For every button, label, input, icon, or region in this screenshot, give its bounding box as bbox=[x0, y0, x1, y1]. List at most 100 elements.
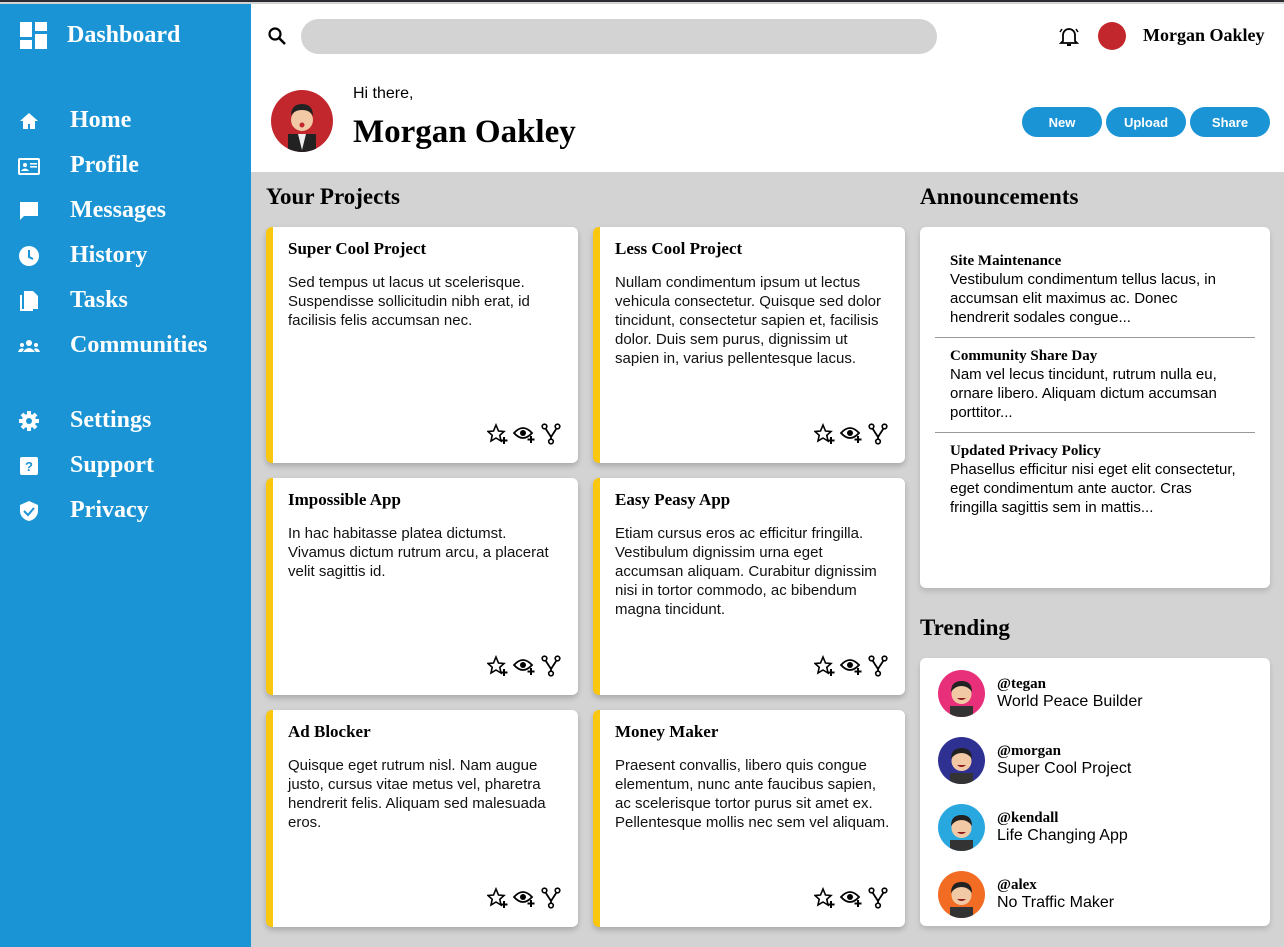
announcement-item[interactable]: Site Maintenance Vestibulum condimentum t… bbox=[935, 243, 1255, 338]
star-add-icon[interactable] bbox=[487, 887, 509, 909]
brand[interactable]: Dashboard bbox=[20, 22, 180, 49]
project-description: Etiam cursus eros ac efficitur fringilla… bbox=[615, 525, 877, 618]
search-input[interactable] bbox=[301, 19, 937, 54]
clock-icon bbox=[19, 245, 39, 266]
sidebar-item-home[interactable]: Home bbox=[18, 107, 131, 134]
project-card[interactable]: Less Cool Project Nullam condimentum ipsu… bbox=[593, 227, 905, 463]
trending-item[interactable]: @morgan Super Cool Project bbox=[938, 737, 1131, 784]
fork-icon[interactable] bbox=[541, 423, 561, 445]
card-actions bbox=[487, 423, 561, 445]
card-actions bbox=[814, 423, 888, 445]
sidebar-item-settings[interactable]: Settings bbox=[18, 407, 151, 434]
watch-add-icon[interactable] bbox=[513, 887, 537, 909]
trending-handle: @morgan bbox=[997, 743, 1061, 759]
trending-item[interactable]: @kendall Life Changing App bbox=[938, 804, 1128, 851]
project-title: Less Cool Project bbox=[615, 239, 743, 258]
project-title: Easy Peasy App bbox=[615, 490, 731, 509]
card-actions bbox=[814, 655, 888, 677]
fork-icon[interactable] bbox=[868, 655, 888, 677]
card-actions bbox=[487, 655, 561, 677]
announcement-item[interactable]: Community Share Day Nam vel lecus tincidu… bbox=[935, 338, 1255, 433]
app-title: Dashboard bbox=[67, 22, 181, 48]
announcement-title: Updated Privacy Policy bbox=[950, 443, 1101, 459]
group-icon bbox=[18, 339, 40, 352]
trending-project: World Peace Builder bbox=[997, 693, 1143, 710]
gear-icon bbox=[19, 410, 39, 431]
announcement-title: Site Maintenance bbox=[950, 253, 1062, 269]
svg-text:?: ? bbox=[25, 459, 33, 474]
sidebar: Dashboard Home Profile Messages History Task… bbox=[0, 4, 251, 947]
project-description: Nullam condimentum ipsum ut lectus vehic… bbox=[615, 274, 881, 367]
trending-panel: @tegan World Peace Builder @morgan Super Co… bbox=[920, 658, 1270, 926]
project-card[interactable]: Super Cool Project Sed tempus ut lacus ut… bbox=[266, 227, 578, 463]
project-card[interactable]: Ad Blocker Quisque eget rutrum nisl. Nam … bbox=[266, 710, 578, 927]
sidebar-item-label: Messages bbox=[70, 197, 166, 223]
sidebar-item-support[interactable]: ? Support bbox=[18, 452, 154, 479]
sidebar-item-label: Support bbox=[70, 452, 155, 478]
watch-add-icon[interactable] bbox=[513, 423, 537, 445]
announcements-heading: Announcements bbox=[920, 184, 1079, 209]
sidebar-item-history[interactable]: History bbox=[18, 242, 147, 269]
help-icon: ? bbox=[20, 456, 38, 475]
dashboard-icon bbox=[20, 22, 47, 49]
watch-add-icon[interactable] bbox=[513, 655, 537, 677]
star-add-icon[interactable] bbox=[814, 655, 836, 677]
announcement-title: Community Share Day bbox=[950, 348, 1098, 364]
trending-item[interactable]: @tegan World Peace Builder bbox=[938, 670, 1143, 717]
fork-icon[interactable] bbox=[541, 655, 561, 677]
project-card[interactable]: Easy Peasy App Etiam cursus eros ac effic… bbox=[593, 478, 905, 695]
message-icon bbox=[20, 201, 38, 220]
star-add-icon[interactable] bbox=[487, 655, 509, 677]
watch-add-icon[interactable] bbox=[840, 655, 864, 677]
greeting-text: Hi there, bbox=[353, 85, 414, 102]
trending-avatar bbox=[938, 871, 985, 918]
fork-icon[interactable] bbox=[868, 423, 888, 445]
search-icon[interactable] bbox=[267, 26, 287, 46]
sidebar-item-label: Profile bbox=[70, 152, 139, 178]
project-card[interactable]: Money Maker Praesent convallis, libero qu… bbox=[593, 710, 905, 927]
sidebar-item-label: Privacy bbox=[70, 497, 149, 523]
project-title: Impossible App bbox=[288, 490, 401, 509]
user-name[interactable]: Morgan Oakley bbox=[1143, 25, 1265, 46]
announcement-item[interactable]: Updated Privacy Policy Phasellus efficitu… bbox=[935, 433, 1255, 527]
project-description: Quisque eget rutrum nisl. Nam augue just… bbox=[288, 757, 546, 831]
star-add-icon[interactable] bbox=[487, 423, 509, 445]
project-title: Money Maker bbox=[615, 722, 719, 741]
sidebar-item-label: Communities bbox=[70, 332, 208, 358]
projects-heading: Your Projects bbox=[266, 184, 400, 209]
sidebar-item-privacy[interactable]: Privacy bbox=[18, 497, 149, 524]
sidebar-item-communities[interactable]: Communities bbox=[18, 332, 207, 359]
trending-item[interactable]: @alex No Traffic Maker bbox=[938, 871, 1114, 918]
watch-add-icon[interactable] bbox=[840, 423, 864, 445]
trending-avatar bbox=[938, 737, 985, 784]
watch-add-icon[interactable] bbox=[840, 887, 864, 909]
greeting-name: Morgan Oakley bbox=[353, 114, 576, 150]
sidebar-item-messages[interactable]: Messages bbox=[18, 197, 166, 224]
trending-handle: @alex bbox=[997, 877, 1037, 893]
star-add-icon[interactable] bbox=[814, 423, 836, 445]
project-card[interactable]: Impossible App In hac habitasse platea di… bbox=[266, 478, 578, 695]
shield-icon bbox=[20, 500, 38, 521]
announcement-text: Nam vel lecus tincidunt, rutrum nulla eu… bbox=[950, 366, 1217, 421]
trending-handle: @tegan bbox=[997, 676, 1046, 692]
home-icon bbox=[20, 112, 38, 129]
trending-avatar bbox=[938, 670, 985, 717]
trending-handle: @kendall bbox=[997, 810, 1059, 826]
upload-button[interactable]: Upload bbox=[1106, 107, 1186, 137]
project-description: Sed tempus ut lacus ut scelerisque. Susp… bbox=[288, 274, 530, 329]
share-button[interactable]: Share bbox=[1190, 107, 1270, 137]
bell-icon[interactable] bbox=[1057, 24, 1081, 48]
user-avatar[interactable] bbox=[1098, 22, 1126, 50]
sidebar-item-tasks[interactable]: Tasks bbox=[18, 287, 128, 314]
star-add-icon[interactable] bbox=[814, 887, 836, 909]
trending-avatar bbox=[938, 804, 985, 851]
announcements-panel: Site Maintenance Vestibulum condimentum t… bbox=[920, 227, 1270, 588]
trending-project: Super Cool Project bbox=[997, 760, 1132, 777]
sidebar-item-profile[interactable]: Profile bbox=[18, 152, 139, 179]
card-actions bbox=[487, 887, 561, 909]
fork-icon[interactable] bbox=[541, 887, 561, 909]
new-button[interactable]: New bbox=[1022, 107, 1102, 137]
profile-avatar bbox=[271, 90, 333, 152]
fork-icon[interactable] bbox=[868, 887, 888, 909]
sidebar-item-label: Settings bbox=[70, 407, 152, 433]
